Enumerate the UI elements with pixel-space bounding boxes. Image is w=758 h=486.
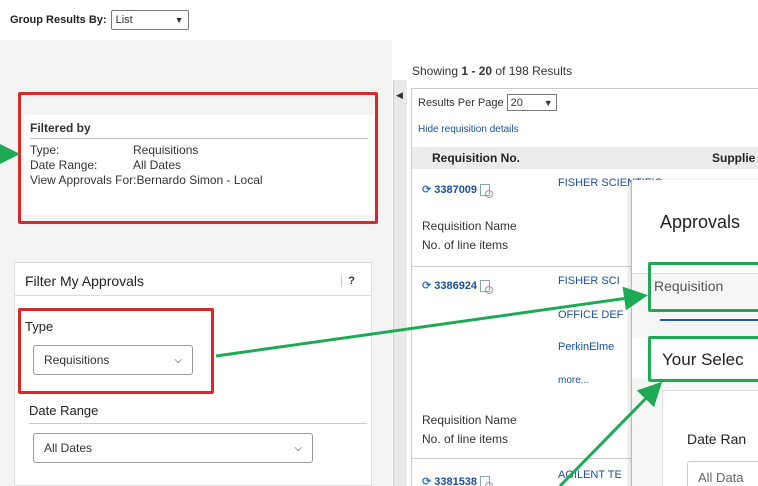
view-document-icon[interactable] <box>480 279 494 294</box>
help-icon[interactable]: ? <box>341 275 361 287</box>
modal-date-range-label: Date Ran <box>687 431 747 447</box>
view-document-icon[interactable] <box>480 475 494 486</box>
modal-header: Approvals <box>632 180 758 274</box>
annotation-box-filtered <box>18 92 378 224</box>
group-results-bar: Group Results By: List ▼ <box>10 10 189 30</box>
line-items-label: No. of line items <box>422 432 509 446</box>
results-per-page-value: 20 <box>510 96 523 109</box>
results-count: Showing 1 - 20 of 198 Results <box>412 64 572 78</box>
approvals-modal: Approvals Requisition Your Selec Date Ra… <box>631 180 758 486</box>
requisition-number[interactable]: ⟳ 3386924 <box>422 279 494 294</box>
sync-icon: ⟳ <box>422 476 432 486</box>
requisition-number-text: 3387009 <box>434 183 478 196</box>
chevron-down-icon: ⌵ <box>294 442 302 454</box>
collapse-panel-tab[interactable]: ◀ <box>393 80 407 486</box>
requisition-number[interactable]: ⟳ 3387009 <box>422 183 494 198</box>
requisition-number-text: 3386924 <box>434 279 478 292</box>
filter-title: Filter My Approvals <box>25 273 145 289</box>
requisition-number[interactable]: ⟳ 3381538 <box>422 475 494 486</box>
modal-title: Approvals <box>660 212 741 232</box>
results-per-page-select[interactable]: 20 ▼ <box>506 94 557 111</box>
group-results-select[interactable]: List ▼ <box>110 10 189 30</box>
results-per-page: Results Per Page 20 ▼ <box>418 94 557 111</box>
filter-header: Filter My Approvals ? <box>15 263 371 296</box>
date-range-select[interactable]: All Dates ⌵ <box>33 433 313 463</box>
supplier-link[interactable]: FISHER SCI <box>558 275 620 287</box>
date-range-value: All Dates <box>44 441 93 455</box>
annotation-box-type <box>18 308 214 394</box>
results-per-page-label: Results Per Page <box>418 96 504 109</box>
supplier-link[interactable]: PerkinElme <box>558 341 614 353</box>
modal-date-range-card: Date Ran All Data <box>662 390 758 486</box>
view-document-icon[interactable] <box>480 183 494 198</box>
supplier-link[interactable]: OFFICE DEF <box>558 309 623 321</box>
supplier-link[interactable]: AGILENT TE <box>558 469 622 481</box>
tab-underline <box>660 319 758 321</box>
chevron-down-icon: ▼ <box>174 15 184 25</box>
results-count-range: 1 - 20 <box>461 64 493 78</box>
results-count-total: of 198 Results <box>492 64 573 78</box>
hide-requisition-details-link[interactable]: Hide requisition details <box>418 124 519 135</box>
requisition-name-label: Requisition Name <box>422 219 517 233</box>
collapse-left-icon: ◀ <box>396 90 403 100</box>
group-results-value: List <box>115 14 133 26</box>
results-count-prefix: Showing <box>412 64 462 78</box>
modal-date-range-select[interactable]: All Data <box>687 461 758 486</box>
sync-icon: ⟳ <box>422 184 432 196</box>
col-requisition-no[interactable]: Requisition No. <box>432 151 520 165</box>
more-suppliers-link[interactable]: more... <box>558 375 589 386</box>
line-items-label: No. of line items <box>422 238 509 252</box>
col-supplier[interactable]: Supplie <box>712 151 755 165</box>
results-table-header: Requisition No. Supplie <box>412 147 758 169</box>
date-range-label: Date Range <box>29 403 99 418</box>
sync-icon: ⟳ <box>422 280 432 292</box>
requisition-number-text: 3381538 <box>434 475 478 486</box>
annotation-box-requisition-tab <box>648 262 758 312</box>
requisition-name-label: Requisition Name <box>422 413 517 427</box>
row-meta: Requisition Name No. of line items <box>422 411 517 449</box>
row-meta: Requisition Name No. of line items <box>422 217 517 255</box>
date-range-section: Date Range <box>29 403 367 424</box>
group-results-label: Group Results By: <box>10 14 107 26</box>
annotation-box-your-selections <box>648 336 758 382</box>
chevron-down-icon: ▼ <box>543 97 553 108</box>
